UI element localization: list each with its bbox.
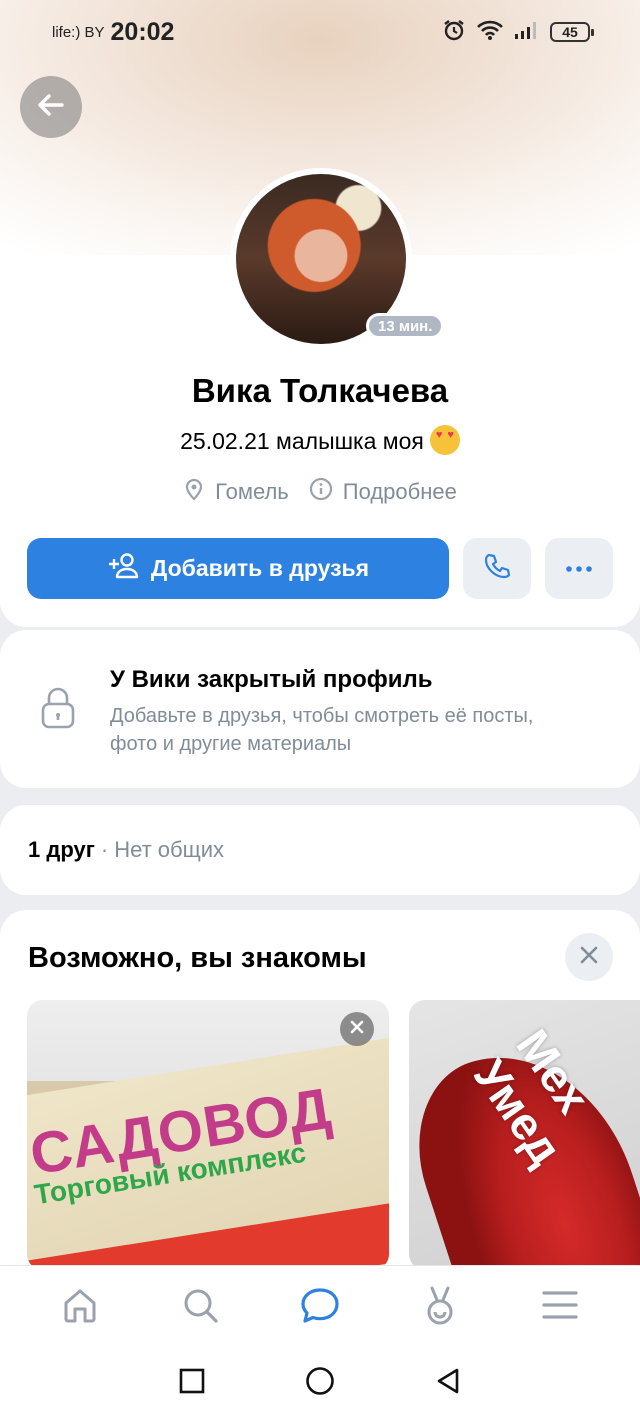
- more-button[interactable]: [545, 538, 613, 599]
- home-circle-icon[interactable]: [305, 1366, 335, 1401]
- location-pin-icon: [183, 477, 205, 507]
- messages-icon: [299, 1285, 341, 1330]
- closed-profile-title: У Вики закрытый профиль: [110, 666, 433, 693]
- suggestion-dismiss-button[interactable]: [340, 1012, 374, 1046]
- heart-eyes-emoji-icon: [429, 425, 460, 455]
- close-icon: [580, 946, 598, 969]
- nav-home[interactable]: [50, 1278, 110, 1338]
- clock: 20:02: [110, 17, 175, 46]
- last-seen-badge: 13 мин.: [366, 313, 445, 339]
- friends-count: 1 друг: [28, 837, 95, 862]
- status-icons: 45: [442, 18, 594, 47]
- info-icon: [309, 477, 333, 507]
- nav-clips[interactable]: [410, 1278, 470, 1338]
- arrow-left-icon: [34, 88, 68, 127]
- nav-messages[interactable]: [290, 1278, 350, 1338]
- closed-profile-description: Добавьте в друзья, чтобы смотреть её пос…: [110, 705, 534, 755]
- city-item: Гомель: [183, 477, 289, 507]
- nav-search[interactable]: [170, 1278, 230, 1338]
- friends-row[interactable]: 1 друг · Нет общих: [0, 805, 640, 895]
- suggestions-close-button[interactable]: [565, 933, 613, 981]
- recents-icon[interactable]: [179, 1368, 205, 1399]
- clips-icon: [422, 1284, 458, 1331]
- carrier-label: life:) BY: [52, 23, 105, 41]
- signal-icon: [514, 20, 540, 45]
- nav-menu[interactable]: [530, 1278, 590, 1338]
- system-navigation-bar: [0, 1349, 640, 1417]
- more-dots-icon: [565, 560, 593, 578]
- suggestion-card[interactable]: Мех Умед: [409, 1000, 640, 1270]
- menu-icon: [541, 1289, 579, 1326]
- status-bar: life:) BY 20:02 45: [0, 0, 640, 64]
- profile-meta-row: Гомель Подробнее: [0, 477, 640, 507]
- suggestions-title: Возможно, вы знакомы: [28, 942, 367, 974]
- phone-icon: [483, 552, 511, 585]
- add-friend-label: Добавить в друзья: [150, 555, 370, 581]
- add-user-icon: [107, 552, 141, 586]
- suggestions-card: Возможно, вы знакомы САДОВОД Торговый ко…: [0, 910, 640, 1310]
- home-icon: [60, 1285, 100, 1330]
- friends-separator: ·: [100, 837, 109, 862]
- alarm-icon: [442, 18, 466, 47]
- close-icon: [350, 1020, 364, 1039]
- lock-icon: [40, 686, 76, 735]
- city-label: Гомель: [215, 479, 289, 504]
- profile-name: Вика Толкачева: [191, 372, 449, 409]
- battery-indicator: 45: [550, 22, 594, 42]
- status-text: 25.02.21 малышка моя: [180, 428, 424, 454]
- details-label: Подробнее: [342, 479, 457, 504]
- profile-status: 25.02.21 малышка моя: [0, 425, 640, 455]
- bottom-navigation: [0, 1265, 640, 1349]
- back-button[interactable]: [20, 76, 82, 138]
- common-friends-label: Нет общих: [114, 837, 224, 862]
- call-button[interactable]: [463, 538, 531, 599]
- suggestion-card[interactable]: САДОВОД Торговый комплекс: [27, 1000, 389, 1270]
- wifi-icon: [476, 19, 504, 46]
- add-friend-button[interactable]: Добавить в друзья: [27, 538, 449, 599]
- search-icon: [180, 1285, 220, 1330]
- closed-profile-card: У Вики закрытый профиль Добавьте в друзь…: [0, 630, 640, 788]
- back-triangle-icon[interactable]: [435, 1367, 461, 1400]
- details-link[interactable]: Подробнее: [309, 477, 457, 507]
